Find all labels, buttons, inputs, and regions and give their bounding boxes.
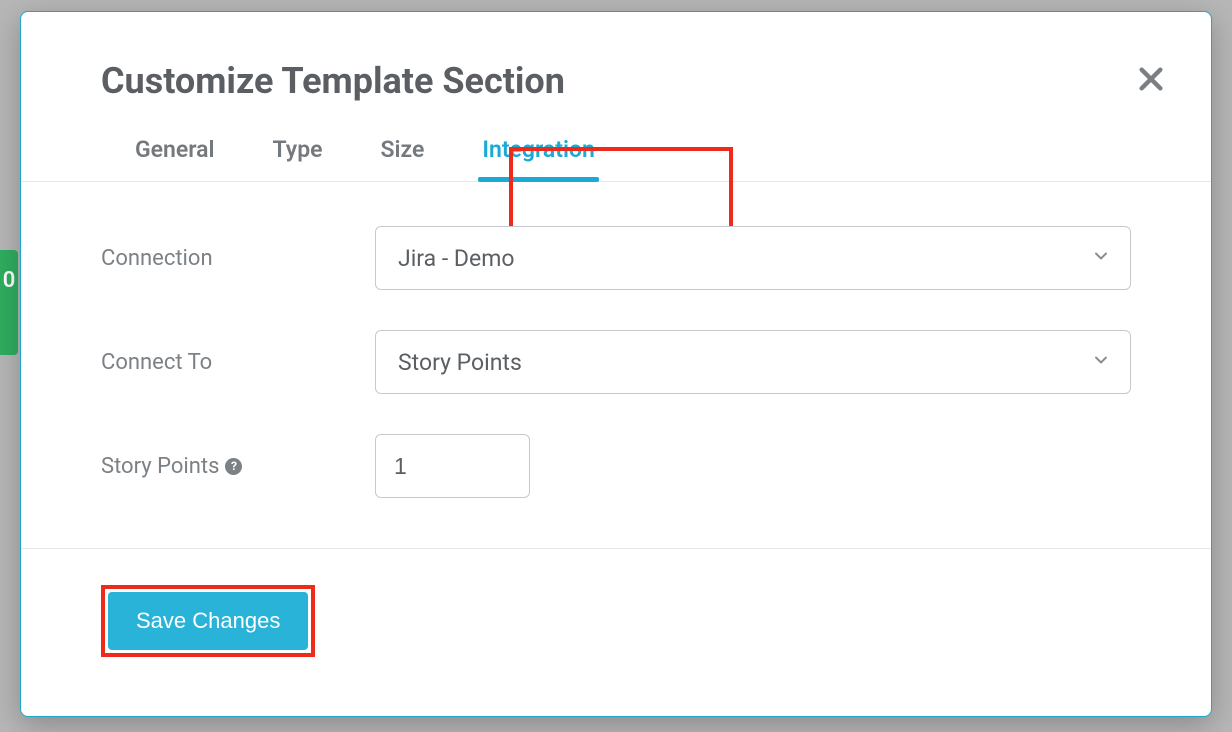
save-changes-button[interactable]: Save Changes [108, 592, 308, 650]
close-button[interactable] [1127, 56, 1175, 104]
label-connection: Connection [101, 246, 375, 271]
modal-title: Customize Template Section [101, 60, 1131, 102]
select-connect-to-wrap: Story Points [375, 330, 1131, 394]
tab-general[interactable]: General [131, 136, 219, 181]
tab-integration[interactable]: Integration [478, 136, 598, 181]
form-area: Connection Jira - Demo Connect To Story … [21, 182, 1211, 548]
label-connection-text: Connection [101, 246, 213, 271]
input-story-points[interactable] [375, 434, 530, 498]
row-connect-to: Connect To Story Points [101, 330, 1131, 394]
select-connect-to-value: Story Points [398, 349, 522, 376]
tab-bar: General Type Size Integration [21, 102, 1211, 182]
select-connect-to[interactable]: Story Points [375, 330, 1131, 394]
help-icon[interactable]: ? [225, 458, 242, 475]
annotation-highlight-save: Save Changes [101, 585, 315, 657]
label-connect-to: Connect To [101, 350, 375, 375]
tab-size[interactable]: Size [377, 136, 429, 181]
background-partial-element: 0 [0, 250, 18, 355]
modal-header: Customize Template Section [21, 12, 1211, 102]
close-icon [1137, 65, 1165, 96]
select-connection-wrap: Jira - Demo [375, 226, 1131, 290]
row-story-points: Story Points ? [101, 434, 1131, 498]
tab-type[interactable]: Type [269, 136, 327, 181]
modal-footer: Save Changes [21, 548, 1211, 693]
select-connection[interactable]: Jira - Demo [375, 226, 1131, 290]
row-connection: Connection Jira - Demo [101, 226, 1131, 290]
label-story-points: Story Points ? [101, 454, 375, 479]
label-connect-to-text: Connect To [101, 350, 212, 375]
label-story-points-text: Story Points [101, 454, 219, 479]
select-connection-value: Jira - Demo [398, 245, 514, 272]
customize-template-modal: Customize Template Section General Type … [20, 11, 1212, 717]
